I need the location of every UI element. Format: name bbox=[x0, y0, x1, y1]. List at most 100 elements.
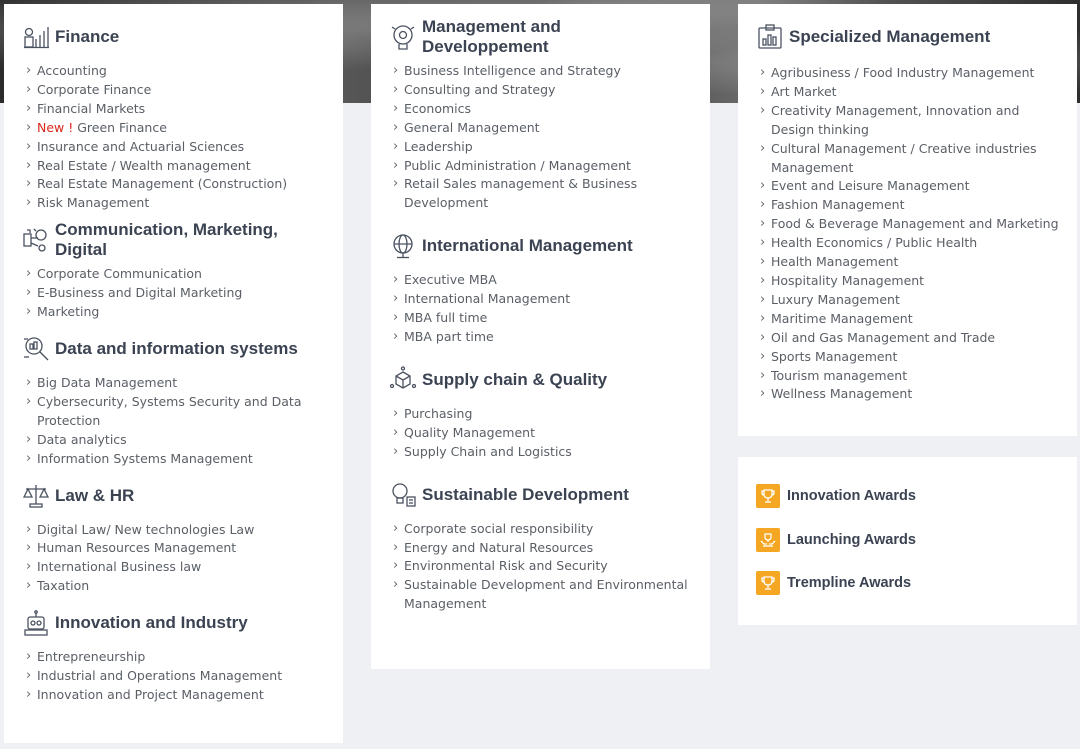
section-header[interactable]: Communication, Marketing, Digital bbox=[22, 220, 325, 259]
section-innovation: Innovation and Industry Entrepreneurship… bbox=[22, 608, 325, 705]
list-item[interactable]: Risk Management bbox=[24, 194, 325, 213]
section-header[interactable]: International Management bbox=[389, 231, 692, 261]
award-link-trempline[interactable]: Trempline Awards bbox=[756, 570, 1059, 596]
list-item[interactable]: Human Resources Management bbox=[24, 539, 325, 558]
trophy-icon bbox=[756, 484, 780, 508]
list-item[interactable]: Creativity Management, Innovation and De… bbox=[758, 102, 1059, 140]
list-item[interactable]: Consulting and Strategy bbox=[391, 81, 692, 100]
list-item[interactable]: Sports Management bbox=[758, 348, 1059, 367]
section-header[interactable]: Innovation and Industry bbox=[22, 608, 325, 638]
section-header[interactable]: Specialized Management bbox=[756, 22, 1059, 52]
list-item[interactable]: International Management bbox=[391, 290, 692, 309]
list-item[interactable]: Food & Beverage Management and Marketing bbox=[758, 215, 1059, 234]
list-item[interactable]: Sustainable Development and Environmenta… bbox=[391, 576, 692, 614]
list-item[interactable]: Quality Management bbox=[391, 424, 692, 443]
section-header[interactable]: Data and information systems bbox=[22, 334, 325, 364]
list-item[interactable]: Industrial and Operations Management bbox=[24, 667, 325, 686]
section-header[interactable]: Finance bbox=[22, 22, 325, 52]
list-item[interactable]: Economics bbox=[391, 100, 692, 119]
list-item[interactable]: Business Intelligence and Strategy bbox=[391, 62, 692, 81]
section-title: Innovation and Industry bbox=[55, 613, 248, 633]
list-item[interactable]: Corporate social responsibility bbox=[391, 520, 692, 539]
section-title: Law & HR bbox=[55, 485, 135, 505]
list-item[interactable]: International Business law bbox=[24, 558, 325, 577]
list-item[interactable]: Tourism management bbox=[758, 367, 1059, 386]
magnifier-data-icon bbox=[22, 335, 50, 363]
list-item[interactable]: Fashion Management bbox=[758, 196, 1059, 215]
list-item[interactable]: Agribusiness / Food Industry Management bbox=[758, 64, 1059, 83]
list-item[interactable]: Oil and Gas Management and Trade bbox=[758, 329, 1059, 348]
section-title: Data and information systems bbox=[55, 338, 298, 358]
finance-icon bbox=[22, 23, 50, 51]
list-item[interactable]: Art Market bbox=[758, 83, 1059, 102]
list-item[interactable]: Cultural Management / Creative industrie… bbox=[758, 140, 1059, 178]
section-header[interactable]: Management and Developpement bbox=[389, 17, 692, 56]
list-item[interactable]: Hospitality Management bbox=[758, 272, 1059, 291]
list-item[interactable]: Public Administration / Management bbox=[391, 157, 692, 176]
list-item[interactable]: Environmental Risk and Security bbox=[391, 557, 692, 576]
list-item[interactable]: Data analytics bbox=[24, 431, 325, 450]
list-item[interactable]: Luxury Management bbox=[758, 291, 1059, 310]
list-item[interactable]: Energy and Natural Resources bbox=[391, 539, 692, 558]
category-card-1: Finance Accounting Corporate Finance Fin… bbox=[4, 4, 343, 743]
section-specialized: Specialized Management Agribusiness / Fo… bbox=[756, 22, 1059, 404]
lightbulb-icon bbox=[389, 481, 417, 509]
award-label: Launching Awards bbox=[787, 531, 916, 548]
list-item[interactable]: Purchasing bbox=[391, 405, 692, 424]
list-item[interactable]: General Management bbox=[391, 119, 692, 138]
list-item[interactable]: Financial Markets bbox=[24, 100, 325, 119]
list-item[interactable]: Executive MBA bbox=[391, 271, 692, 290]
award-label: Innovation Awards bbox=[787, 488, 916, 504]
list-item[interactable]: Big Data Management bbox=[24, 374, 325, 393]
list-item[interactable]: Information Systems Management bbox=[24, 450, 325, 469]
section-supply-chain: Supply chain & Quality Purchasing Qualit… bbox=[389, 365, 692, 462]
section-title: Supply chain & Quality bbox=[422, 369, 608, 389]
list-item[interactable]: Leadership bbox=[391, 138, 692, 157]
section-title: Specialized Management bbox=[789, 27, 991, 46]
section-header[interactable]: Supply chain & Quality bbox=[389, 365, 692, 395]
list-item[interactable]: MBA full time bbox=[391, 309, 692, 328]
award-label: Trempline Awards bbox=[787, 575, 912, 591]
section-title: International Management bbox=[422, 236, 633, 256]
trophy-icon bbox=[756, 571, 780, 595]
new-badge: New ! bbox=[37, 119, 74, 135]
list-item[interactable]: Supply Chain and Logistics bbox=[391, 443, 692, 462]
list-item[interactable]: Health Management bbox=[758, 253, 1059, 272]
section-title: Sustainable Development bbox=[422, 484, 629, 504]
list-item[interactable]: MBA part time bbox=[391, 328, 692, 347]
section-header[interactable]: Sustainable Development bbox=[389, 480, 692, 510]
list-item[interactable]: Real Estate Management (Construction) bbox=[24, 175, 325, 194]
list-item[interactable]: Taxation bbox=[24, 577, 325, 596]
list-item[interactable]: E-Business and Digital Marketing bbox=[24, 284, 325, 303]
category-card-2: Management and Developpement Business In… bbox=[371, 4, 710, 669]
list-item[interactable]: Corporate Communication bbox=[24, 265, 325, 284]
globe-icon bbox=[389, 232, 417, 260]
list-item[interactable]: Insurance and Actuarial Sciences bbox=[24, 138, 325, 157]
list-item[interactable]: Maritime Management bbox=[758, 310, 1059, 329]
list-item[interactable]: Retail Sales management & Business Devel… bbox=[391, 175, 692, 213]
list-item[interactable]: Cybersecurity, Systems Security and Data… bbox=[24, 393, 325, 431]
list-item[interactable]: Entrepreneurship bbox=[24, 648, 325, 667]
section-title: Finance bbox=[55, 27, 120, 46]
section-law-hr: Law & HR Digital Law/ New technologies L… bbox=[22, 481, 325, 597]
list-item[interactable]: Digital Law/ New technologies Law bbox=[24, 521, 325, 540]
list-item[interactable]: Health Economics / Public Health bbox=[758, 234, 1059, 253]
award-link-launching[interactable]: Launching Awards bbox=[756, 527, 1059, 553]
list-item[interactable]: Real Estate / Wealth management bbox=[24, 157, 325, 176]
section-title: Communication, Marketing, Digital bbox=[55, 220, 278, 260]
list-item[interactable]: Marketing bbox=[24, 303, 325, 322]
list-item[interactable]: Event and Leisure Management bbox=[758, 177, 1059, 196]
list-item[interactable]: Corporate Finance bbox=[24, 81, 325, 100]
list-item[interactable]: Accounting bbox=[24, 62, 325, 81]
award-link-innovation[interactable]: Innovation Awards bbox=[756, 483, 1059, 509]
section-header[interactable]: Law & HR bbox=[22, 481, 325, 511]
section-sustainable: Sustainable Development Corporate social… bbox=[389, 480, 692, 615]
awards-card: Innovation Awards Launching Awards Tremp… bbox=[738, 457, 1077, 625]
robot-icon bbox=[22, 609, 50, 637]
section-communication: Communication, Marketing, Digital Corpor… bbox=[22, 220, 325, 322]
list-item[interactable]: Wellness Management bbox=[758, 385, 1059, 404]
list-item[interactable]: New ! Green Finance bbox=[24, 119, 325, 138]
megaphone-icon bbox=[22, 226, 50, 254]
scales-icon bbox=[22, 482, 50, 510]
list-item[interactable]: Innovation and Project Management bbox=[24, 686, 325, 705]
